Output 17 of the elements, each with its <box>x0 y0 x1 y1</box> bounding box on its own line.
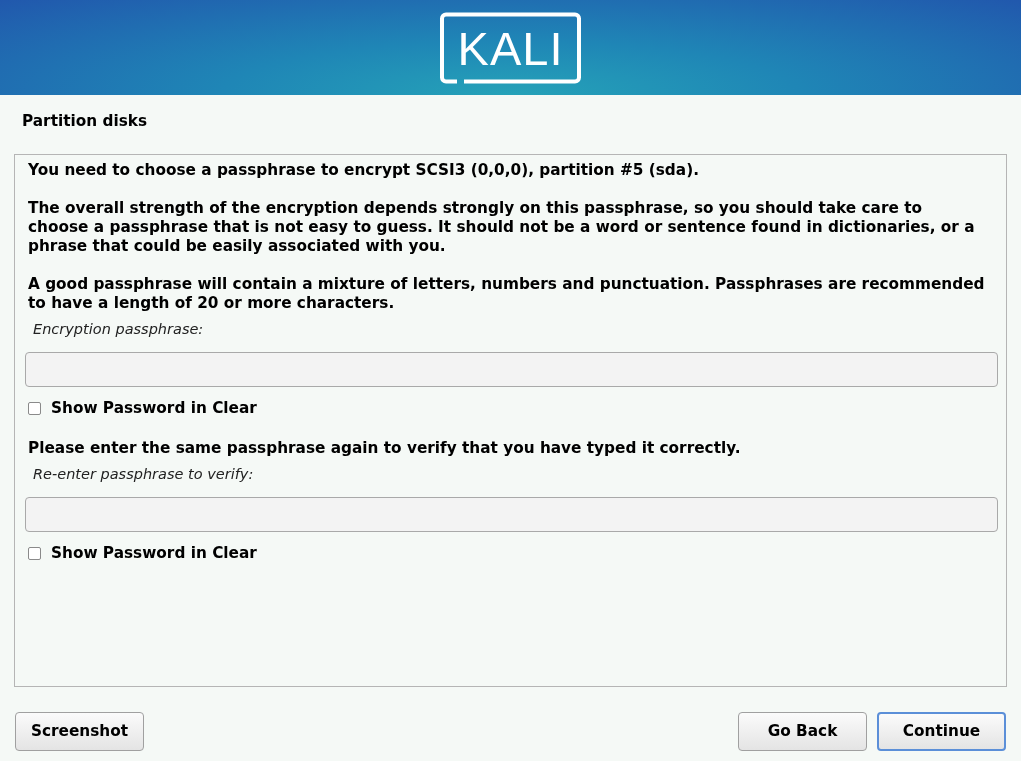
instruction-text: A good passphrase will contain a mixture of letters, numbers and punctuation. Passphrases are recommended to have a length of 20 or more characters. <box>27 275 986 313</box>
passphrase-field[interactable] <box>25 352 998 387</box>
field-label: Encryption passphrase: <box>32 320 205 338</box>
instruction-text: You need to choose a passphrase to encrypt SCSI3 (0,0,0), partition #5 (sda). <box>27 161 700 180</box>
passphrase-field[interactable] <box>25 497 998 532</box>
checkbox-label[interactable]: Show Password in Clear <box>51 544 257 563</box>
dialog-button[interactable]: Go Back <box>738 712 867 751</box>
kali-logo: KALI <box>439 11 582 84</box>
field-label: Re-enter passphrase to verify: <box>32 465 255 483</box>
checkbox[interactable] <box>28 402 41 415</box>
instruction-text: The overall strength of the encryption depends strongly on this passphrase, so you should take care to choose a passphrase that is not easy to guess. It should not be a word or sentence found in dictionaries, or a phrase that could be easily associated with you. <box>27 199 976 256</box>
instruction-text: Please enter the same passphrase again to verify that you have typed it correctly. <box>27 439 742 458</box>
dialog-button[interactable]: Screenshot <box>15 712 144 751</box>
page-title: Partition disks <box>22 112 148 130</box>
checkbox-label[interactable]: Show Password in Clear <box>51 399 257 418</box>
checkbox[interactable] <box>28 547 41 560</box>
dialog-button[interactable]: Continue <box>877 712 1006 751</box>
